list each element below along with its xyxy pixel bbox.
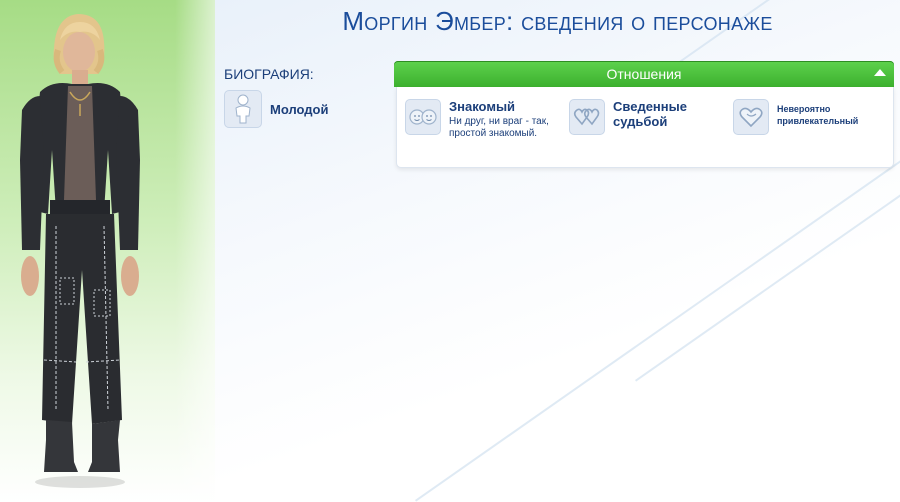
relationship-name: Сведенные судьбой xyxy=(613,99,687,129)
faces-icon xyxy=(405,99,441,135)
relationship-acquaintance[interactable]: Знакомый Ни друг, ни враг - так, простой… xyxy=(405,99,549,140)
relationships-panel: Знакомый Ни друг, ни враг - так, простой… xyxy=(396,87,894,168)
relationships-header-label: Отношения xyxy=(606,66,682,82)
age-info: Молодой xyxy=(224,90,329,128)
relationship-name: Знакомый xyxy=(449,99,516,114)
linked-hearts-icon xyxy=(569,99,605,135)
heart-outline-icon xyxy=(733,99,769,135)
sim-portrait-panel xyxy=(0,0,215,502)
collapse-caret-icon[interactable] xyxy=(874,69,886,76)
relationship-soulmates[interactable]: Сведенные судьбой xyxy=(569,99,703,135)
biography-label: БИОГРАФИЯ: xyxy=(224,66,314,82)
relationship-attractive[interactable]: Невероятно привлекательный xyxy=(733,99,887,135)
person-icon xyxy=(224,90,262,128)
page-title: Моргин Эмбер: сведения о персонаже xyxy=(342,6,773,36)
relationship-description: Ни друг, ни враг - так, простой знакомый… xyxy=(449,116,549,139)
relationship-name: Невероятно привлекательный xyxy=(777,104,859,126)
relationships-header[interactable]: Отношения xyxy=(394,61,894,87)
age-label: Молодой xyxy=(270,101,329,117)
